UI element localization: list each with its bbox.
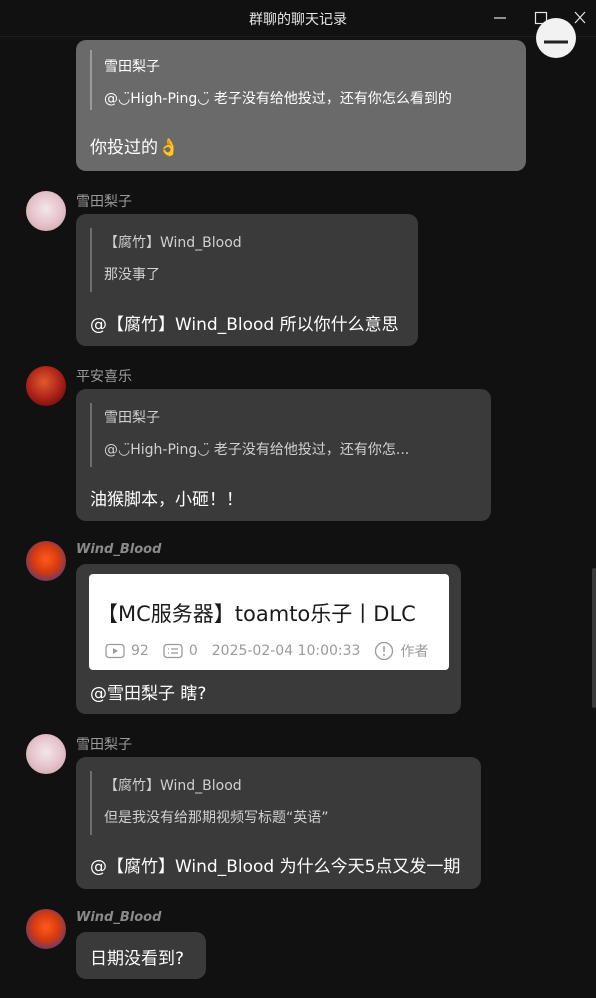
avatar[interactable] bbox=[26, 909, 66, 949]
info-icon bbox=[375, 641, 394, 661]
comment-icon bbox=[163, 643, 183, 659]
quote-text: @◡̈High-Ping◡̈ 老子没有给他投过，还有你怎... bbox=[104, 442, 410, 458]
quote-sender: 【腐竹】Wind_Blood bbox=[104, 778, 242, 794]
sender-name: 雪田梨子 bbox=[76, 737, 132, 753]
publish-date: 2025-02-04 10:00:33 bbox=[211, 643, 361, 659]
message-bubble[interactable]: 【MC服务器】toamto乐子丨DLC 92 0 2025-02-04 10:0… bbox=[76, 564, 461, 714]
avatar[interactable] bbox=[26, 734, 66, 774]
message-bubble[interactable]: 日期没看到? bbox=[76, 932, 206, 979]
play-icon bbox=[105, 643, 125, 659]
message-bubble[interactable]: 【腐竹】Wind_Blood 那没事了 @【腐竹】Wind_Blood 所以你什… bbox=[76, 214, 418, 346]
card-meta: 92 0 2025-02-04 10:00:33 作者 bbox=[105, 641, 428, 661]
author-label: 作者 bbox=[400, 644, 429, 660]
quoted-message[interactable]: 【腐竹】Wind_Blood 但是我没有给那期视频写标题“英语” bbox=[90, 771, 329, 835]
quote-text: @◡̈High-Ping◡̈ 老子没有给他投过，还有你怎么看到的 bbox=[104, 91, 452, 107]
quote-sender: 【腐竹】Wind_Blood bbox=[104, 235, 242, 251]
message-text: @【腐竹】Wind_Blood 所以你什么意思 bbox=[90, 315, 399, 335]
sender-name: Wind_Blood bbox=[76, 542, 162, 557]
minimize-icon bbox=[494, 17, 506, 19]
card-title: 【MC服务器】toamto乐子丨DLC bbox=[97, 602, 416, 626]
message-bubble[interactable]: 雪田梨子 @◡̈High-Ping◡̈ 老子没有给他投过，还有你怎... 油猴脚… bbox=[76, 389, 491, 521]
message-bubble[interactable]: 雪田梨子 @◡̈High-Ping◡̈ 老子没有给他投过，还有你怎么看到的 你投… bbox=[76, 40, 526, 171]
comment-count: 0 bbox=[188, 643, 198, 659]
avatar[interactable] bbox=[26, 541, 66, 581]
message-text: @【腐竹】Wind_Blood 为什么今天5点又发一期 bbox=[90, 857, 461, 877]
minimize-button[interactable] bbox=[487, 6, 513, 30]
quoted-message[interactable]: 【腐竹】Wind_Blood 那没事了 bbox=[90, 228, 242, 292]
message-text: 你投过的👌 bbox=[90, 138, 180, 158]
quote-text: 那没事了 bbox=[104, 267, 160, 283]
sender-name: 雪田梨子 bbox=[76, 194, 132, 210]
quoted-message[interactable]: 雪田梨子 @◡̈High-Ping◡̈ 老子没有给他投过，还有你怎么看到的 bbox=[90, 50, 452, 110]
link-preview-card[interactable]: 【MC服务器】toamto乐子丨DLC 92 0 2025-02-04 10:0… bbox=[89, 574, 449, 670]
avatar[interactable] bbox=[26, 366, 66, 406]
message-text: 油猴脚本，小砸！！ bbox=[90, 490, 243, 510]
window-titlebar: 群聊的聊天记录 bbox=[0, 0, 596, 37]
play-count: 92 bbox=[131, 643, 149, 659]
scrollbar[interactable] bbox=[592, 568, 596, 708]
message-text: @雪田梨子 瞎? bbox=[90, 684, 207, 704]
sender-name: 平安喜乐 bbox=[76, 369, 132, 385]
sender-name: Wind_Blood bbox=[76, 910, 162, 925]
avatar[interactable] bbox=[26, 191, 66, 231]
quote-sender: 雪田梨子 bbox=[104, 410, 160, 426]
quote-sender: 雪田梨子 bbox=[104, 59, 160, 75]
message-bubble[interactable]: 【腐竹】Wind_Blood 但是我没有给那期视频写标题“英语” @【腐竹】Wi… bbox=[76, 757, 481, 889]
quoted-message[interactable]: 雪田梨子 @◡̈High-Ping◡̈ 老子没有给他投过，还有你怎... bbox=[90, 403, 409, 467]
message-text: 日期没看到? bbox=[90, 949, 185, 969]
close-icon bbox=[574, 11, 586, 24]
avatar[interactable] bbox=[536, 18, 576, 58]
quote-text: 但是我没有给那期视频写标题“英语” bbox=[104, 810, 329, 826]
